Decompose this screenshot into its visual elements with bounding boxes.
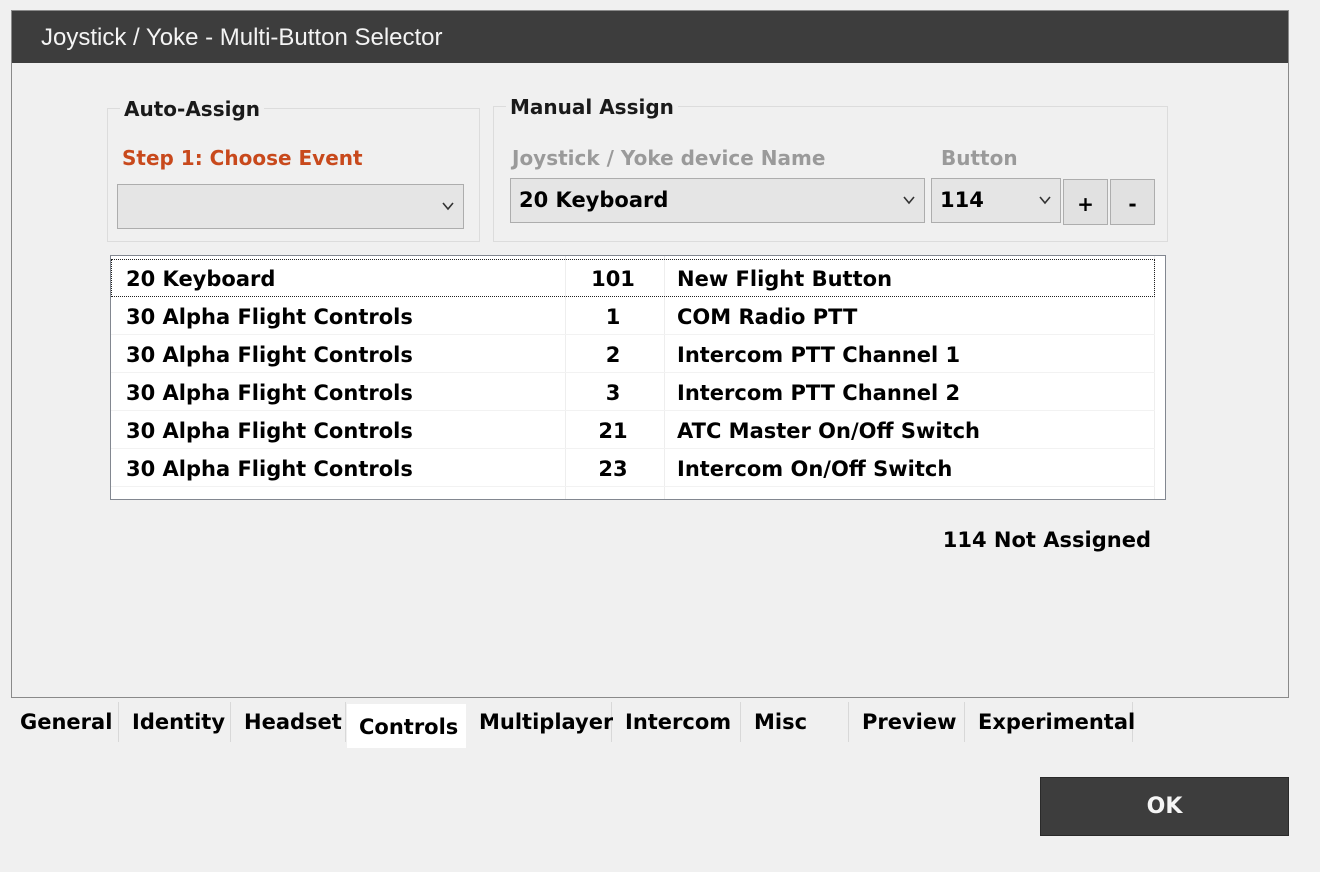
tab-experimental[interactable]: Experimental — [966, 702, 1135, 742]
assignment-list[interactable]: 20 Keyboard 101 New Flight Button 30 Alp… — [110, 255, 1166, 500]
decrement-button[interactable]: - — [1110, 179, 1155, 225]
selector-panel: Joystick / Yoke - Multi-Button Selector … — [11, 10, 1289, 698]
assignment-row[interactable]: 30 Alpha Flight Controls 1 COM Radio PTT — [111, 297, 1165, 335]
row-separator — [111, 486, 1155, 487]
event-select[interactable] — [117, 184, 464, 229]
tab-intercom[interactable]: Intercom — [613, 702, 741, 742]
device-select-value: 20 Keyboard — [519, 188, 669, 212]
row-button: 23 — [598, 457, 628, 481]
tab-headset[interactable]: Headset — [232, 702, 346, 742]
row-action: ATC Master On/Off Switch — [677, 419, 980, 443]
tab-controls[interactable]: Controls — [347, 704, 466, 748]
button-select-value: 114 — [940, 188, 984, 212]
increment-button[interactable]: + — [1063, 179, 1108, 225]
ok-button[interactable]: OK — [1040, 777, 1289, 836]
row-button: 1 — [605, 305, 621, 329]
row-action: New Flight Button — [677, 267, 893, 291]
row-device: 30 Alpha Flight Controls — [126, 305, 413, 329]
row-button: 3 — [605, 381, 621, 405]
button-label: Button — [941, 146, 1018, 170]
row-button: 2 — [605, 343, 621, 367]
row-device: 30 Alpha Flight Controls — [126, 343, 413, 367]
panel-title: Joystick / Yoke - Multi-Button Selector — [12, 11, 1288, 63]
button-select[interactable]: 114 — [931, 178, 1061, 223]
row-device: 30 Alpha Flight Controls — [126, 457, 413, 481]
window-bottom-edge — [0, 872, 1323, 877]
row-button: 21 — [598, 419, 628, 443]
device-name-label: Joystick / Yoke device Name — [512, 146, 826, 170]
row-button: 101 — [591, 267, 635, 291]
assignment-status: 114 Not Assigned — [942, 528, 1151, 552]
assignment-row[interactable]: 30 Alpha Flight Controls 2 Intercom PTT … — [111, 335, 1165, 373]
row-action: COM Radio PTT — [677, 305, 858, 329]
tab-general[interactable]: General — [8, 702, 119, 742]
auto-assign-legend: Auto-Assign — [120, 97, 265, 121]
device-select[interactable]: 20 Keyboard — [510, 178, 925, 223]
assignment-row[interactable]: 30 Alpha Flight Controls 3 Intercom PTT … — [111, 373, 1165, 411]
manual-assign-legend: Manual Assign — [506, 95, 678, 119]
assignment-row[interactable]: 30 Alpha Flight Controls 23 Intercom On/… — [111, 449, 1165, 487]
row-device: 30 Alpha Flight Controls — [126, 381, 413, 405]
row-action: Intercom PTT Channel 2 — [677, 381, 961, 405]
tab-misc[interactable]: Misc — [742, 702, 849, 742]
chevron-down-icon — [1039, 196, 1051, 205]
chevron-down-icon — [442, 202, 454, 211]
row-action: Intercom On/Off Switch — [677, 457, 953, 481]
assignment-row[interactable]: 30 Alpha Flight Controls 21 ATC Master O… — [111, 411, 1165, 449]
tab-preview[interactable]: Preview — [850, 702, 965, 742]
assignment-row[interactable]: 20 Keyboard 101 New Flight Button — [111, 259, 1155, 297]
tab-multiplayer[interactable]: Multiplayer — [467, 702, 613, 742]
row-action: Intercom PTT Channel 1 — [677, 343, 961, 367]
tab-identity[interactable]: Identity — [120, 702, 231, 742]
row-device: 30 Alpha Flight Controls — [126, 419, 413, 443]
chevron-down-icon — [903, 196, 915, 205]
row-device: 20 Keyboard — [126, 267, 276, 291]
step-label: Step 1: Choose Event — [122, 146, 363, 170]
